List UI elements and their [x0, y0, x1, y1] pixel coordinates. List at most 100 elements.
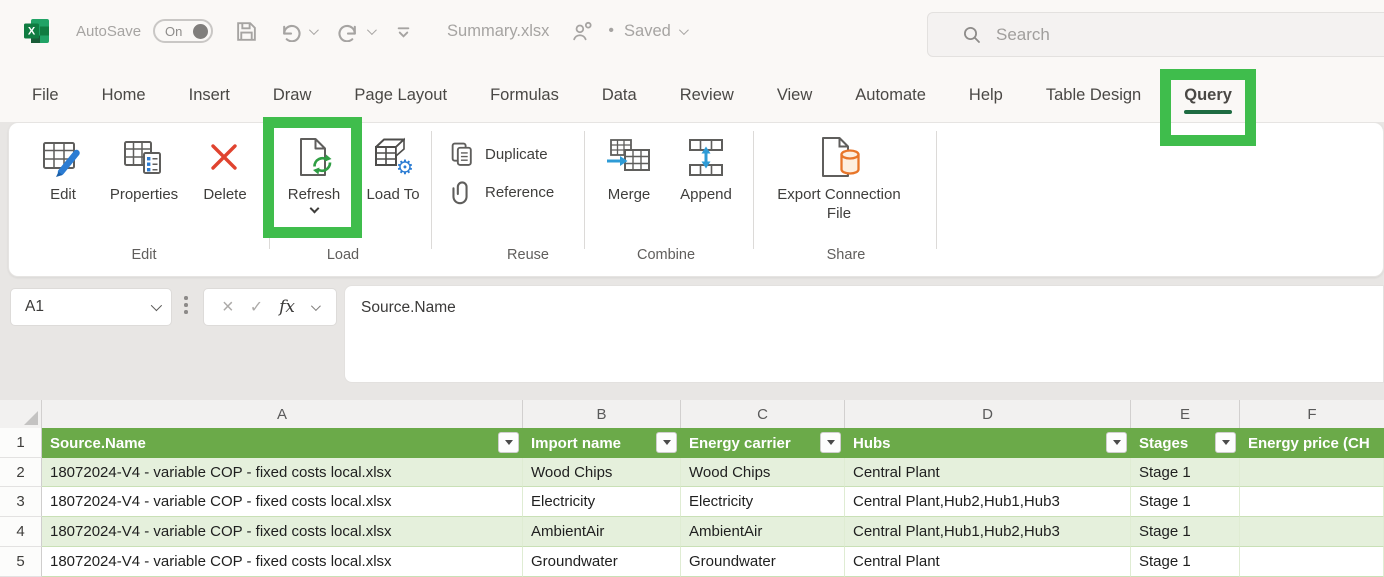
- tab-review[interactable]: Review: [680, 86, 734, 114]
- tab-draw[interactable]: Draw: [273, 86, 312, 114]
- cell-e4[interactable]: Stage 1: [1131, 517, 1240, 547]
- autosave-toggle[interactable]: On: [153, 19, 213, 43]
- properties-button[interactable]: Properties: [101, 133, 187, 204]
- row-header-2[interactable]: 2: [0, 458, 42, 487]
- row-header-4[interactable]: 4: [0, 517, 42, 547]
- insert-function-icon[interactable]: fx: [279, 297, 295, 317]
- column-header-b[interactable]: B: [523, 400, 681, 428]
- cell-d3[interactable]: Central Plant,Hub2,Hub1,Hub3: [845, 487, 1131, 517]
- edit-button[interactable]: Edit: [27, 133, 99, 204]
- filter-arrow-icon: [505, 440, 513, 445]
- saved-dot: •: [608, 22, 614, 40]
- cell-c2[interactable]: Wood Chips: [681, 458, 845, 487]
- enter-icon[interactable]: ✓: [250, 297, 263, 317]
- column-header-e[interactable]: E: [1131, 400, 1240, 428]
- cell-a3[interactable]: 18072024-V4 - variable COP - fixed costs…: [42, 487, 523, 517]
- reference-button[interactable]: Reference: [449, 179, 554, 206]
- search-box[interactable]: [927, 12, 1384, 57]
- undo-button[interactable]: [280, 21, 316, 42]
- search-input[interactable]: [996, 25, 1296, 45]
- cell-e2[interactable]: Stage 1: [1131, 458, 1240, 487]
- cell-e3[interactable]: Stage 1: [1131, 487, 1240, 517]
- select-all-button[interactable]: [0, 400, 42, 428]
- column-header-d[interactable]: D: [845, 400, 1131, 428]
- cell-c3[interactable]: Electricity: [681, 487, 845, 517]
- cell-b3[interactable]: Electricity: [523, 487, 681, 517]
- table-row: 5 18072024-V4 - variable COP - fixed cos…: [0, 547, 1384, 577]
- tab-page-layout[interactable]: Page Layout: [354, 86, 447, 114]
- autosave-state: On: [165, 24, 182, 39]
- cell-e5[interactable]: Stage 1: [1131, 547, 1240, 577]
- cancel-icon[interactable]: ×: [222, 297, 234, 317]
- column-header-f[interactable]: F: [1240, 400, 1384, 428]
- table-row: 2 18072024-V4 - variable COP - fixed cos…: [0, 458, 1384, 487]
- row-header-3[interactable]: 3: [0, 487, 42, 517]
- cell-f5[interactable]: [1240, 547, 1384, 577]
- saved-chevron-icon[interactable]: [679, 25, 689, 35]
- filter-button[interactable]: [820, 432, 841, 453]
- fx-chevron-icon[interactable]: [311, 301, 321, 311]
- ribbon-options-icon[interactable]: [396, 24, 411, 39]
- tab-query[interactable]: Query: [1184, 86, 1232, 114]
- cell-f3[interactable]: [1240, 487, 1384, 517]
- cell-b4[interactable]: AmbientAir: [523, 517, 681, 547]
- tab-view[interactable]: View: [777, 86, 812, 114]
- tab-insert[interactable]: Insert: [189, 86, 230, 114]
- filter-button[interactable]: [1106, 432, 1127, 453]
- duplicate-button[interactable]: Duplicate: [449, 141, 548, 168]
- cell-c5[interactable]: Groundwater: [681, 547, 845, 577]
- tab-table-design[interactable]: Table Design: [1046, 86, 1141, 114]
- export-connection-file-button[interactable]: Export Connection File: [771, 133, 907, 223]
- redo-button[interactable]: [338, 21, 374, 42]
- cell-d2[interactable]: Central Plant: [845, 458, 1131, 487]
- cell-f2[interactable]: [1240, 458, 1384, 487]
- cell-f4[interactable]: [1240, 517, 1384, 547]
- refresh-dropdown-chevron-icon[interactable]: [309, 204, 319, 214]
- name-box[interactable]: A1: [10, 288, 172, 326]
- merge-button[interactable]: Merge: [589, 133, 669, 204]
- formula-bar[interactable]: Source.Name: [344, 285, 1384, 383]
- row-header-5[interactable]: 5: [0, 547, 42, 577]
- filter-button[interactable]: [1215, 432, 1236, 453]
- redo-chevron-icon[interactable]: [367, 25, 377, 35]
- filter-button[interactable]: [656, 432, 677, 453]
- cell-a2[interactable]: 18072024-V4 - variable COP - fixed costs…: [42, 458, 523, 487]
- cell-d4[interactable]: Central Plant,Hub1,Hub2,Hub3: [845, 517, 1131, 547]
- document-title[interactable]: Summary.xlsx: [447, 22, 549, 41]
- table-header-cell[interactable]: Energy price (CH: [1240, 428, 1384, 458]
- refresh-button[interactable]: Refresh: [276, 133, 352, 212]
- cell-b5[interactable]: Groundwater: [523, 547, 681, 577]
- column-header-a[interactable]: A: [42, 400, 523, 428]
- table-header-cell[interactable]: Stages: [1131, 428, 1240, 458]
- cell-d5[interactable]: Central Plant: [845, 547, 1131, 577]
- table-header-cell[interactable]: Energy carrier: [681, 428, 845, 458]
- row-header-1[interactable]: 1: [0, 428, 42, 458]
- cell-a4[interactable]: 18072024-V4 - variable COP - fixed costs…: [42, 517, 523, 547]
- table-header-cell[interactable]: Import name: [523, 428, 681, 458]
- filter-arrow-icon: [827, 440, 835, 445]
- append-button[interactable]: Append: [664, 133, 748, 204]
- name-box-chevron-icon[interactable]: [151, 300, 162, 311]
- tab-help[interactable]: Help: [969, 86, 1003, 114]
- tab-file[interactable]: File: [32, 86, 59, 114]
- cell-c4[interactable]: AmbientAir: [681, 517, 845, 547]
- cell-b2[interactable]: Wood Chips: [523, 458, 681, 487]
- filter-button[interactable]: [498, 432, 519, 453]
- table-header-cell[interactable]: Hubs: [845, 428, 1131, 458]
- tab-formulas[interactable]: Formulas: [490, 86, 559, 114]
- load-to-button[interactable]: ⚙ Load To: [365, 133, 421, 204]
- toggle-knob: [193, 24, 208, 39]
- save-icon[interactable]: [235, 20, 258, 43]
- tab-automate[interactable]: Automate: [855, 86, 926, 114]
- delete-button[interactable]: Delete: [189, 133, 261, 204]
- tab-data[interactable]: Data: [602, 86, 637, 114]
- worksheet: A B C D E F 1 Source.Name Import name En…: [0, 395, 1384, 577]
- saved-status[interactable]: Saved: [624, 22, 671, 41]
- tab-home[interactable]: Home: [102, 86, 146, 114]
- table-header-cell[interactable]: Source.Name: [42, 428, 523, 458]
- search-icon: [962, 25, 982, 45]
- undo-chevron-icon[interactable]: [309, 25, 319, 35]
- people-icon[interactable]: [571, 20, 594, 43]
- cell-a5[interactable]: 18072024-V4 - variable COP - fixed costs…: [42, 547, 523, 577]
- column-header-c[interactable]: C: [681, 400, 845, 428]
